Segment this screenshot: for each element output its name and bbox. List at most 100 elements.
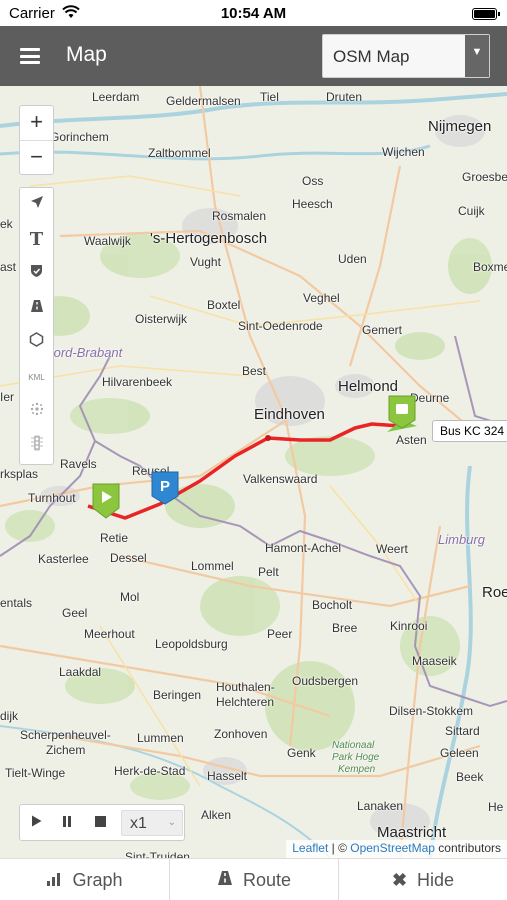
zoom-out-button[interactable]: −	[20, 140, 53, 174]
place-label: Hilvarenbeek	[102, 375, 173, 389]
place-label: Hamont-Achel	[265, 541, 342, 555]
place-label: Peer	[267, 627, 293, 641]
place-label: Dessel	[110, 551, 147, 565]
place-label: Rosmalen	[212, 209, 267, 223]
chevron-down-icon: ⌄	[167, 817, 176, 828]
traffic-light-icon[interactable]	[20, 430, 53, 465]
place-label: Pelt	[258, 565, 279, 579]
road-icon	[217, 870, 233, 890]
place-label: Boxme	[473, 260, 507, 274]
zoom-in-button[interactable]: +	[20, 106, 53, 140]
place-label: Helmond	[338, 378, 399, 395]
graph-button[interactable]: Graph	[0, 859, 169, 900]
start-marker-icon[interactable]	[91, 482, 121, 520]
vehicle-label[interactable]: Bus KC 324	[432, 420, 507, 442]
polygon-icon[interactable]	[20, 326, 53, 361]
speed-select[interactable]: x1 ⌄	[121, 810, 183, 836]
leaflet-link[interactable]: Leaflet	[292, 841, 328, 855]
place-label: Zichem	[46, 743, 86, 757]
close-icon: ✖	[391, 870, 408, 890]
battery-icon	[472, 8, 500, 20]
place-label: Geleen	[440, 746, 479, 760]
shield-icon[interactable]	[20, 257, 53, 292]
place-label: Oudsbergen	[292, 674, 359, 688]
place-label: Eindhoven	[254, 406, 325, 423]
place-label: Sittard	[445, 724, 480, 738]
place-label: Alken	[201, 808, 232, 822]
kml-button[interactable]: KML	[20, 361, 53, 396]
page-title: Map	[66, 43, 107, 66]
hide-label: Hide	[417, 870, 455, 890]
place-label: Geel	[62, 606, 88, 620]
place-label: Beringen	[153, 688, 202, 702]
attribution-separator: | ©	[328, 841, 351, 855]
place-label: Bree	[332, 621, 358, 635]
place-label: Geldermalsen	[166, 94, 241, 108]
place-label: Uden	[338, 252, 367, 266]
place-label: Valkenswaard	[243, 472, 318, 486]
place-label: Bocholt	[312, 598, 353, 612]
road-icon[interactable]	[20, 292, 53, 327]
route-label: Route	[242, 870, 292, 890]
place-label: He	[488, 800, 504, 814]
place-label: Druten	[326, 90, 363, 104]
place-label: Kempen	[338, 764, 376, 775]
place-label: Wijchen	[382, 145, 425, 159]
end-marker-icon[interactable]	[384, 394, 420, 434]
route-button[interactable]: Route	[169, 859, 338, 900]
dropdown-arrow-icon: ▼	[465, 35, 489, 77]
place-label: ek	[0, 217, 13, 231]
place-label: Maastricht	[377, 824, 447, 841]
nav-bar: Map OSM Map ▼	[0, 26, 507, 86]
cluster-icon[interactable]	[20, 395, 53, 430]
play-icon[interactable]	[24, 812, 48, 834]
place-label: Laakdal	[59, 665, 102, 679]
pause-icon[interactable]	[55, 812, 79, 834]
graph-label: Graph	[72, 870, 123, 890]
text-icon[interactable]: T	[20, 223, 53, 258]
place-label: Best	[242, 364, 267, 378]
place-label: Veghel	[303, 291, 340, 305]
hide-button[interactable]: ✖ Hide	[338, 859, 507, 900]
place-label: Vught	[190, 255, 221, 269]
place-label: Beek	[456, 770, 484, 784]
attribution-suffix: contributors	[434, 841, 501, 855]
menu-icon[interactable]	[20, 48, 40, 64]
bottom-toolbar: Graph Route ✖ Hide	[0, 858, 507, 900]
place-label: Ier	[0, 390, 15, 404]
place-label: 's-Hertogenbosch	[150, 230, 268, 247]
map-type-select[interactable]: OSM Map ▼	[322, 34, 490, 78]
place-label: Lummen	[137, 731, 184, 745]
place-label: Hasselt	[207, 769, 248, 783]
place-label: Meerhout	[84, 627, 135, 641]
place-label: Tiel	[260, 90, 279, 104]
stop-icon[interactable]	[88, 812, 112, 834]
place-label: Scherpenheuvel-	[20, 728, 111, 742]
place-label: Leopoldsburg	[155, 637, 228, 651]
place-label: Cuijk	[458, 204, 485, 218]
place-label: entals	[0, 596, 33, 610]
app-screen: Carrier 10:54 AM Map OSM Map ▼ Leerdam G…	[0, 0, 507, 900]
playback-control: x1 ⌄	[19, 804, 185, 841]
place-label: Kasterlee	[38, 552, 89, 566]
parking-marker-icon[interactable]: P	[150, 470, 180, 506]
place-label: Gorinchem	[50, 130, 109, 144]
osm-link[interactable]: OpenStreetMap	[350, 841, 435, 855]
place-label: Park Hoge	[332, 752, 380, 763]
place-label: Oss	[302, 174, 324, 188]
place-label: Kinrooi	[390, 619, 428, 633]
place-label: Roe	[482, 584, 507, 601]
place-label: Groesbe	[462, 170, 507, 184]
speed-value: x1	[130, 815, 147, 832]
place-label: Heesch	[292, 197, 333, 211]
zoom-control: + −	[19, 105, 54, 175]
map-view[interactable]: Leerdam Geldermalsen Tiel Druten Nijmegen Gor…	[0, 86, 507, 858]
clock: 10:54 AM	[220, 5, 287, 22]
place-label: rksplas	[0, 467, 39, 481]
place-label: Lommel	[191, 559, 234, 573]
place-label: Ravels	[60, 457, 97, 471]
place-label: Nationaal	[332, 740, 375, 751]
locate-icon[interactable]	[20, 188, 53, 223]
map-attribution: Leaflet | © OpenStreetMap contributors	[286, 840, 507, 858]
place-label: Sint-Oedenrode	[238, 319, 323, 333]
